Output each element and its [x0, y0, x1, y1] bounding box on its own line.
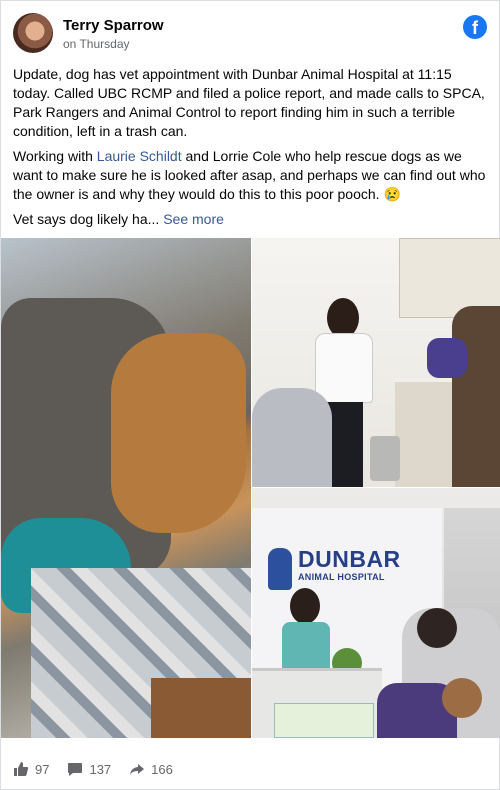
avatar[interactable] [13, 13, 53, 53]
like-stat[interactable]: 97 [13, 761, 49, 777]
see-more-link[interactable]: See more [163, 211, 224, 227]
post-paragraph-3: Vet says dog likely ha... See more [13, 210, 489, 229]
author-name[interactable]: Terry Sparrow [63, 17, 164, 34]
vet-head [327, 298, 359, 338]
post-paragraph-1: Update, dog has vet appointment with Dun… [13, 66, 485, 139]
facebook-icon: f [463, 15, 487, 39]
vet-coat [315, 333, 373, 403]
mention-link[interactable]: Laurie Schildt [97, 148, 182, 164]
engagement-bar: 97 137 166 [13, 757, 489, 781]
clinic-sign-subtitle: ANIMAL HOSPITAL [298, 572, 385, 582]
paper-sheet-shape [274, 703, 374, 738]
post-header: Terry Sparrow on Thursday f [13, 13, 489, 55]
floor-shape [151, 678, 251, 738]
woman-head [417, 608, 457, 648]
clinic-sign-title: DUNBAR [298, 546, 401, 572]
post-timestamp[interactable]: on Thursday [63, 37, 130, 51]
comment-icon [68, 763, 83, 776]
post-text: Update, dog has vet appointment with Dun… [13, 65, 489, 235]
paragraph-3-prefix: Vet says dog likely ha... [13, 211, 160, 227]
helper-person [452, 306, 500, 487]
photo-dog-in-blankets[interactable] [1, 238, 251, 738]
photo-dunbar-reception[interactable]: DUNBAR ANIMAL HOSPITAL [252, 488, 500, 738]
post-card: Terry Sparrow on Thursday f Update, dog … [0, 0, 500, 790]
dog-fur-shape [111, 333, 246, 533]
dog-head-shape [442, 678, 482, 718]
share-count: 166 [151, 761, 173, 777]
comment-stat[interactable]: 137 [67, 761, 111, 777]
comment-count: 137 [89, 761, 112, 777]
share-icon [130, 764, 145, 775]
receptionist-head [290, 588, 320, 624]
post-paragraph-2: Working with Laurie Schildt and Lorrie C… [13, 147, 489, 204]
photo-grid: DUNBAR ANIMAL HOSPITAL [1, 238, 500, 738]
paragraph-2-prefix: Working with [13, 148, 97, 164]
photo-vet-exam-room[interactable] [252, 238, 500, 487]
foreground-person-shape [252, 388, 332, 487]
like-count: 97 [35, 761, 50, 777]
dog-in-blanket-shape [427, 338, 467, 378]
share-stat[interactable]: 166 [129, 761, 173, 777]
thumbs-up-icon [14, 762, 29, 776]
clinic-logo-icon [268, 548, 292, 590]
